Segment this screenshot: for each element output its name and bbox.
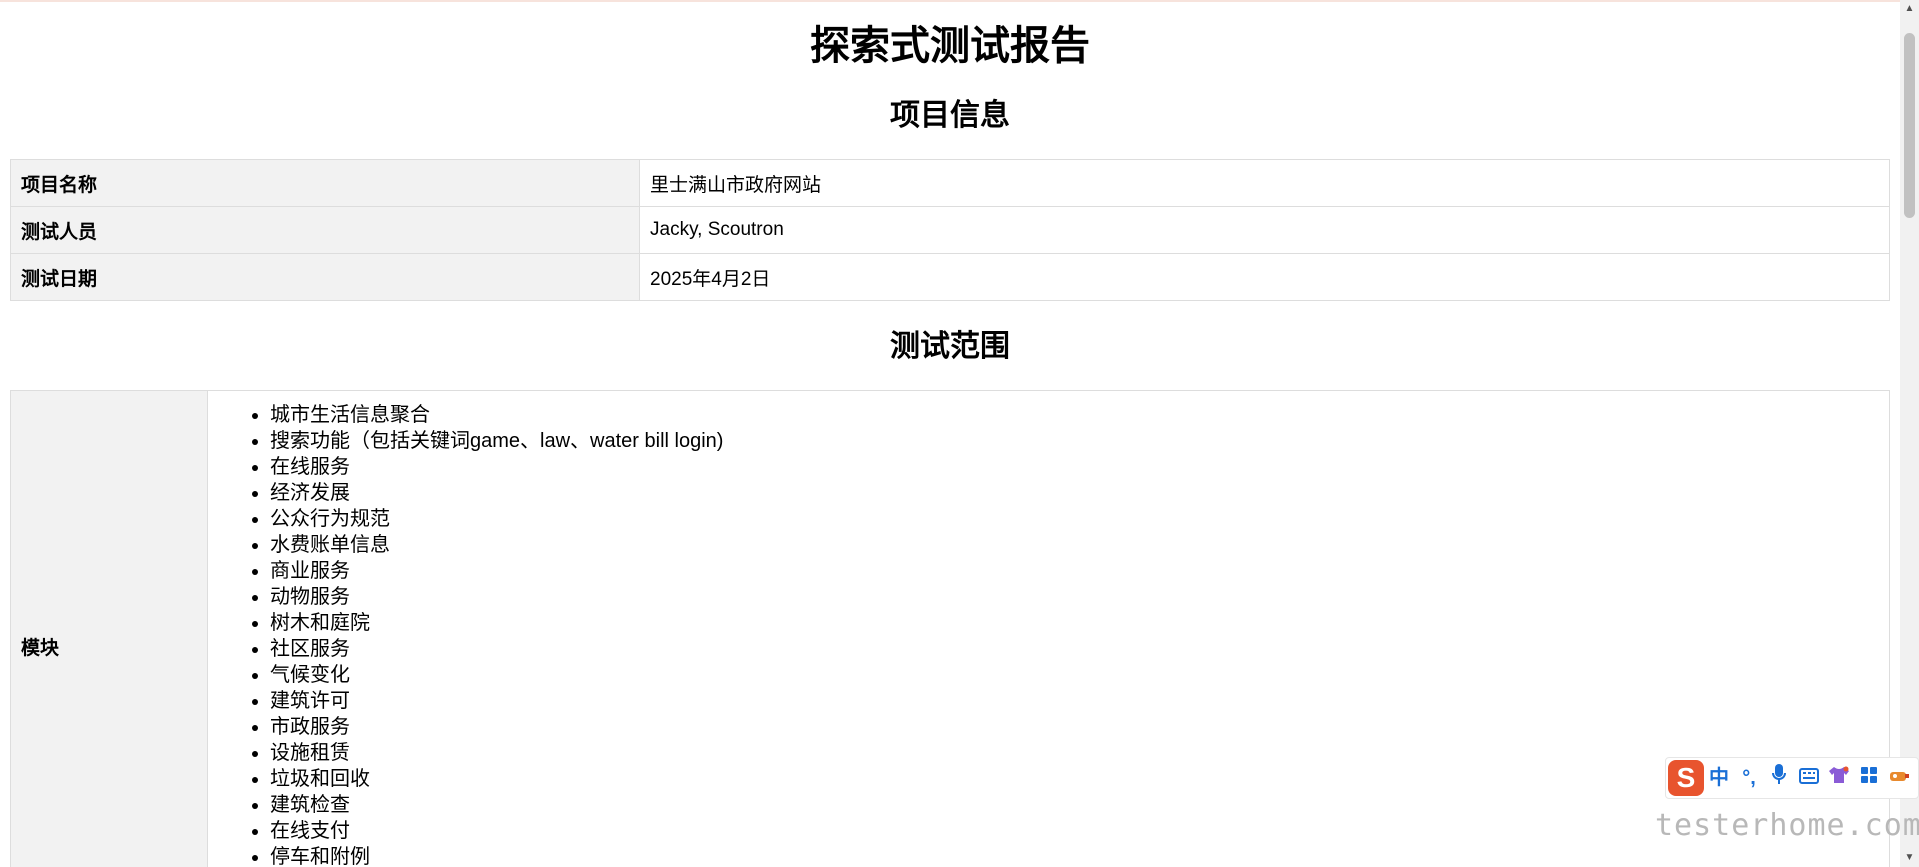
module-list-cell: 城市生活信息聚合 搜索功能（包括关键词game、law、water bill l…: [207, 390, 1890, 867]
ime-toolbar[interactable]: S 中 °,: [1665, 757, 1919, 799]
test-scope-table: 模块 城市生活信息聚合 搜索功能（包括关键词game、law、water bil…: [10, 390, 1890, 867]
punctuation-toggle[interactable]: °,: [1734, 763, 1764, 793]
mic-icon[interactable]: [1764, 763, 1794, 793]
sogou-logo-icon[interactable]: S: [1668, 760, 1704, 796]
table-row: 项目名称 里士满山市政府网站: [10, 159, 1890, 207]
testers-label: 测试人员: [10, 206, 640, 254]
shirt-icon[interactable]: [1824, 763, 1854, 793]
scrollbar-thumb[interactable]: [1904, 33, 1915, 218]
list-item: 社区服务: [270, 636, 1879, 662]
list-item: 在线支付: [270, 818, 1879, 844]
list-item: 公众行为规范: [270, 506, 1879, 532]
list-item: 经济发展: [270, 480, 1879, 506]
list-item: 建筑许可: [270, 688, 1879, 714]
list-item: 设施租赁: [270, 740, 1879, 766]
vertical-scrollbar[interactable]: ▲ ▼: [1900, 0, 1919, 867]
list-item: 搜索功能（包括关键词game、law、water bill login): [270, 428, 1879, 454]
list-item: 树木和庭院: [270, 610, 1879, 636]
test-date-value: 2025年4月2日: [639, 253, 1890, 301]
testers-value: Jacky, Scoutron: [639, 206, 1890, 254]
list-item: 建筑检查: [270, 792, 1879, 818]
table-row: 测试日期 2025年4月2日: [10, 253, 1890, 301]
table-row: 测试人员 Jacky, Scoutron: [10, 206, 1890, 254]
list-item: 城市生活信息聚合: [270, 402, 1879, 428]
report-content: 探索式测试报告 项目信息 项目名称 里士满山市政府网站 测试人员 Jacky, …: [10, 0, 1890, 867]
watermark: testerhome.com: [1655, 808, 1919, 843]
tools-icon[interactable]: [1884, 763, 1914, 793]
list-item: 垃圾和回收: [270, 766, 1879, 792]
grid-icon[interactable]: [1854, 763, 1884, 793]
list-item: 动物服务: [270, 584, 1879, 610]
module-list: 城市生活信息聚合 搜索功能（包括关键词game、law、water bill l…: [218, 402, 1879, 867]
scroll-down-arrow-icon[interactable]: ▼: [1900, 851, 1919, 865]
list-item: 水费账单信息: [270, 532, 1879, 558]
project-info-table: 项目名称 里士满山市政府网站 测试人员 Jacky, Scoutron 测试日期…: [10, 159, 1890, 301]
scroll-up-arrow-icon[interactable]: ▲: [1900, 2, 1919, 16]
keyboard-icon[interactable]: [1794, 763, 1824, 793]
table-row: 模块 城市生活信息聚合 搜索功能（包括关键词game、law、water bil…: [10, 390, 1890, 867]
list-item: 市政服务: [270, 714, 1879, 740]
project-name-label: 项目名称: [10, 159, 640, 207]
test-date-label: 测试日期: [10, 253, 640, 301]
module-label: 模块: [10, 390, 208, 867]
list-item: 在线服务: [270, 454, 1879, 480]
list-item: 停车和附例: [270, 844, 1879, 867]
list-item: 气候变化: [270, 662, 1879, 688]
project-name-value: 里士满山市政府网站: [639, 159, 1890, 207]
chinese-mode-toggle[interactable]: 中: [1704, 763, 1734, 793]
list-item: 商业服务: [270, 558, 1879, 584]
page-title: 探索式测试报告: [810, 24, 1090, 68]
test-scope-heading: 测试范围: [890, 330, 1010, 363]
project-info-heading: 项目信息: [890, 99, 1010, 132]
page-viewport: 探索式测试报告 项目信息 项目名称 里士满山市政府网站 测试人员 Jacky, …: [0, 0, 1919, 867]
